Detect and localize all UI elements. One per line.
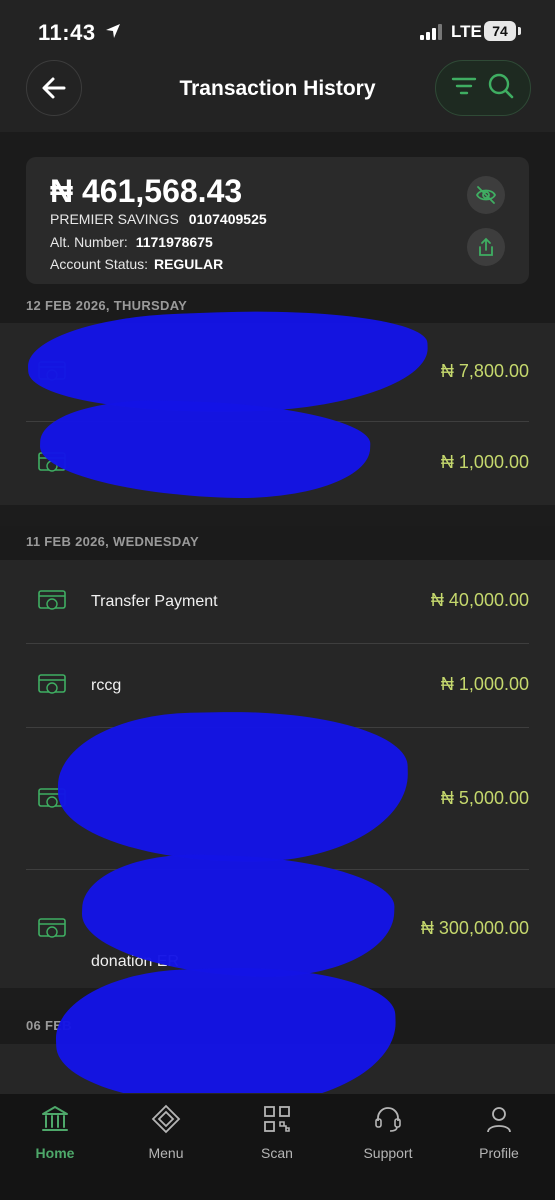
transaction-description: Transfer Payment <box>91 593 218 610</box>
search-icon <box>488 73 514 98</box>
share-icon <box>479 237 493 256</box>
nav-home[interactable]: Home <box>10 1104 100 1161</box>
headset-icon <box>375 1107 401 1132</box>
battery-level: 74 <box>484 21 516 41</box>
alt-number-row: Alt. Number: 1171978675 <box>50 234 213 250</box>
transaction-amount: ₦ 7,800.00 <box>440 361 529 381</box>
date-label: 11 FEB 2026, WEDNESDAY <box>26 534 200 549</box>
date-label: 12 FEB 2026, THURSDAY <box>26 298 188 313</box>
account-card: ₦ 461,568.43 PREMIER SAVINGS 0107409525 … <box>26 157 529 284</box>
nav-scan-label: Scan <box>261 1145 293 1161</box>
nav-profile-label: Profile <box>479 1145 519 1161</box>
transaction-description: rccg <box>91 677 122 694</box>
battery-icon <box>518 27 521 35</box>
header-actions <box>435 60 531 116</box>
bank-icon <box>42 1106 68 1131</box>
eye-off-icon <box>475 186 497 204</box>
alt-number-label: Alt. Number: <box>50 234 128 250</box>
bank-card-icon <box>38 590 66 610</box>
diamond-icon <box>151 1104 181 1134</box>
app-header: Transaction History <box>0 60 555 132</box>
nav-profile[interactable]: Profile <box>454 1104 544 1161</box>
account-status-label: Account Status: <box>50 256 149 272</box>
transaction-amount: ₦ 40,000.00 <box>430 590 529 610</box>
status-bar: 11:43 LTE 74 <box>0 0 555 62</box>
alt-number: 1171978675 <box>135 234 213 250</box>
account-type-row: PREMIER SAVINGS 0107409525 <box>50 211 267 227</box>
status-time: 11:43 <box>38 20 96 45</box>
transaction-amount: ₦ 300,000.00 <box>420 918 529 938</box>
account-balance: ₦ 461,568.43 <box>50 173 243 209</box>
filter-button[interactable] <box>451 75 477 102</box>
hide-balance-button[interactable] <box>467 176 505 214</box>
account-number: 0107409525 <box>188 211 267 227</box>
filter-icon <box>451 77 477 94</box>
nav-support[interactable]: Support <box>343 1104 433 1161</box>
qr-code-icon <box>264 1106 290 1132</box>
account-status-value: REGULAR <box>153 256 224 272</box>
bottom-nav: Home Menu Scan Support Profile <box>0 1093 555 1200</box>
account-status-row: Account Status: REGULAR <box>50 256 223 272</box>
cellular-signal-icon <box>420 24 446 45</box>
search-button[interactable] <box>487 72 515 105</box>
bank-card-icon <box>38 674 66 694</box>
transaction-amount: ₦ 1,000.00 <box>440 452 529 472</box>
bank-card-icon <box>38 918 66 938</box>
location-arrow-icon <box>104 22 122 45</box>
nav-scan[interactable]: Scan <box>232 1104 322 1161</box>
person-icon <box>487 1107 511 1133</box>
network-type: LTE <box>451 22 482 41</box>
nav-menu-label: Menu <box>148 1145 184 1161</box>
share-button[interactable] <box>467 228 505 266</box>
nav-support-label: Support <box>363 1145 413 1161</box>
transaction-amount: ₦ 5,000.00 <box>440 788 529 808</box>
nav-home-label: Home <box>35 1145 75 1161</box>
date-header: 11 FEB 2026, WEDNESDAY <box>0 526 555 564</box>
transaction-amount: ₦ 1,000.00 <box>440 674 529 694</box>
account-type: PREMIER SAVINGS <box>50 211 179 227</box>
transaction-row[interactable]: Transfer Payment ₦ 40,000.00 <box>26 560 529 643</box>
nav-menu[interactable]: Menu <box>121 1104 211 1161</box>
